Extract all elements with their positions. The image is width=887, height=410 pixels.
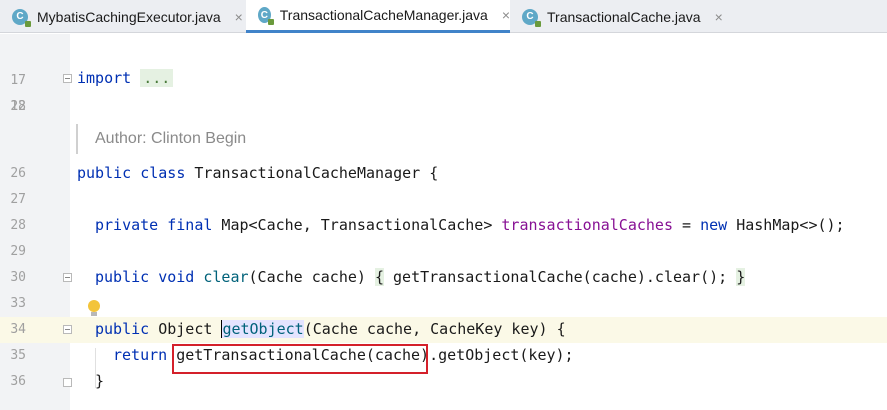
keyword: return: [113, 346, 168, 364]
tab-transactional-cache-manager[interactable]: C TransactionalCacheManager.java ×: [246, 0, 510, 33]
fold-toggle-icon[interactable]: [63, 273, 72, 282]
java-class-icon: C: [258, 7, 274, 25]
closing-brace: }: [95, 372, 105, 390]
operator: =: [672, 216, 701, 234]
keyword: public: [95, 320, 150, 338]
code-line-28: 28 private final Map<Cache, Transactiona…: [0, 213, 887, 239]
code-line-36: 36 }: [0, 369, 887, 395]
method-params: (Cache cache): [248, 268, 375, 286]
close-icon[interactable]: ×: [235, 9, 243, 25]
chained-call: .getObject(key);: [429, 346, 574, 364]
constructor-call: HashMap<>();: [727, 216, 845, 234]
keyword: public class: [77, 164, 186, 182]
java-class-icon: C: [522, 8, 541, 27]
doc-comment-bar: [76, 124, 78, 154]
tab-label: TransactionalCache.java: [547, 8, 701, 25]
line-number: 28: [10, 218, 26, 233]
tab-label: MybatisCachingExecutor.java: [37, 8, 221, 25]
line-number: 22: [10, 99, 26, 114]
code-line-34: 34 public Object getObject(Cache cache, …: [0, 317, 887, 343]
java-class-icon: C: [12, 8, 31, 27]
code-line-35: 35 return getTransactionalCache(cache).g…: [0, 343, 887, 369]
code-line-29: 29: [0, 239, 887, 265]
line-number: 26: [10, 166, 26, 181]
close-icon[interactable]: ×: [715, 9, 723, 25]
line-number: 36: [10, 374, 26, 389]
keyword: new: [700, 216, 728, 234]
code-line-22: 22: [0, 94, 887, 120]
code-line-33: 33: [0, 291, 887, 317]
class-declaration: TransactionalCacheManager {: [185, 164, 439, 182]
line-number: 30: [10, 270, 26, 285]
method-body: getTransactionalCache(cache).clear();: [384, 268, 737, 286]
code-line-27: 27: [0, 187, 887, 213]
fold-toggle-icon[interactable]: [63, 325, 72, 334]
keyword: public void: [95, 268, 195, 286]
method-name: getObject: [221, 320, 304, 338]
tab-transactional-cache[interactable]: C TransactionalCache.java ×: [510, 0, 726, 33]
fold-toggle-icon[interactable]: [63, 74, 72, 83]
return-type: Object: [149, 320, 222, 338]
line-number: 34: [10, 322, 26, 337]
close-icon[interactable]: ×: [502, 7, 510, 23]
line-number: 35: [10, 348, 26, 363]
line-number: 27: [10, 192, 26, 207]
code-line-30: 30 public void clear(Cache cache) { getT…: [0, 265, 887, 291]
code-line-26: 26 public class TransactionalCacheManage…: [0, 161, 887, 187]
line-number: 29: [10, 244, 26, 259]
rendered-doc-author: Author: Clinton Begin: [95, 130, 247, 147]
method-name: clear: [203, 268, 249, 286]
code-line-import: import ...: [0, 66, 887, 92]
folded-brace[interactable]: {: [374, 268, 384, 286]
folded-imports[interactable]: ...: [140, 69, 174, 87]
lightbulb-icon[interactable]: [88, 300, 100, 316]
method-params: (Cache cache, CacheKey key) {: [303, 320, 566, 338]
field-type: Map<Cache, TransactionalCache>: [212, 216, 502, 234]
line-number: 33: [10, 296, 26, 311]
keyword: private final: [95, 216, 213, 234]
editor-tab-bar: C MybatisCachingExecutor.java × C Transa…: [0, 0, 887, 33]
field-name: transactionalCaches: [501, 216, 673, 234]
fold-end-icon[interactable]: [63, 378, 72, 387]
folded-brace[interactable]: }: [736, 268, 746, 286]
keyword: import: [77, 69, 132, 87]
tab-label: TransactionalCacheManager.java: [279, 7, 488, 23]
tab-mybatis-caching-executor[interactable]: C MybatisCachingExecutor.java ×: [0, 0, 246, 33]
